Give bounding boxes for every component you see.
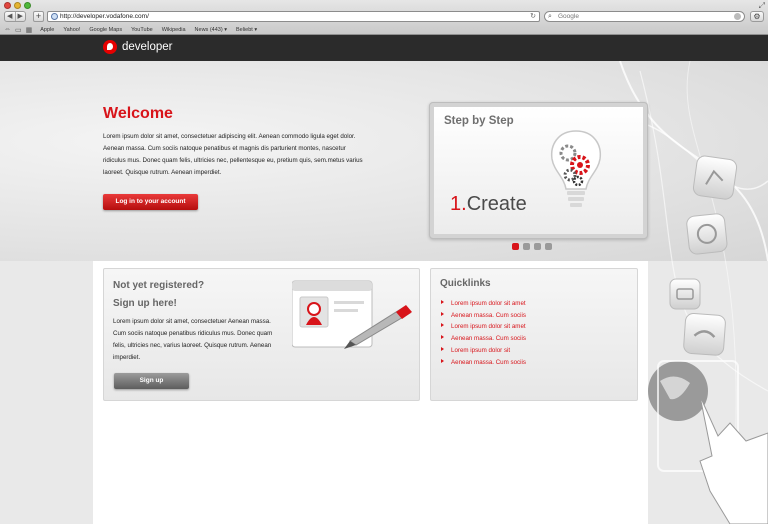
slide-dot[interactable] [512, 243, 519, 250]
step-label: Create [466, 193, 527, 215]
back-forward-buttons: ◀ ▶ [4, 11, 26, 22]
quicklinks-panel: Quicklinks Lorem ipsum dolor sit amet Ae… [430, 268, 638, 401]
signup-button[interactable]: Sign up [114, 373, 189, 389]
slider-pagination [512, 243, 552, 250]
zoom-window-button[interactable] [24, 2, 31, 9]
lightbulb-gears-icon [550, 130, 602, 207]
quicklink-label: Aenean massa. Cum sociis [451, 311, 526, 319]
forward-icon[interactable]: ▶ [16, 12, 26, 21]
quicklink-item[interactable]: Aenean massa. Cum sociis [441, 357, 526, 369]
show-bookmarks-icon[interactable]: ▭ [15, 26, 22, 34]
reading-list-icon[interactable]: ⇔ [4, 26, 11, 34]
register-text: Lorem ipsum dolor sit amet, consectetuer… [113, 318, 273, 361]
quicklink-label: Lorem ipsum dolor sit amet [451, 300, 526, 307]
register-title-line2: Sign up here! [113, 298, 177, 309]
search-placeholder: Google [558, 13, 579, 20]
arrow-right-icon [441, 346, 444, 351]
quicklink-item[interactable]: Lorem ipsum dolor sit amet [441, 298, 526, 310]
quicklink-label: Lorem ipsum dolor sit amet [451, 323, 526, 331]
quicklink-item[interactable]: Lorem ipsum dolor sit [441, 345, 526, 357]
back-icon[interactable]: ◀ [5, 12, 16, 21]
bookmark-item[interactable]: Apple [40, 27, 54, 33]
welcome-text: Lorem ipsum dolor sit amet, consectetuer… [103, 133, 363, 176]
step-number: 1. [450, 193, 467, 215]
arrow-right-icon [441, 335, 444, 340]
register-panel: Not yet registered? Sign up here! Lorem … [103, 268, 420, 401]
site-globe-icon [51, 13, 58, 20]
bookmark-item[interactable]: Wikipedia [162, 27, 186, 33]
step-caption: 1.Create [450, 193, 527, 216]
window-controls [4, 2, 31, 9]
minimize-window-button[interactable] [14, 2, 21, 9]
bookmark-folder[interactable]: Beliebt ▾ [236, 27, 257, 33]
arrow-right-icon [441, 358, 444, 363]
clear-search-icon[interactable] [734, 13, 741, 20]
quicklink-item[interactable]: Lorem ipsum dolor sit amet [441, 321, 526, 333]
address-bar[interactable]: http://developer.vodafone.com/ ↻ [47, 11, 540, 22]
register-title-line1: Not yet registered? [113, 280, 205, 291]
bookmark-folder[interactable]: News (443) ▾ [195, 27, 227, 33]
close-window-button[interactable] [4, 2, 11, 9]
pointing-hand-illustration [699, 395, 768, 524]
top-sites-icon[interactable]: ▦ [26, 26, 33, 34]
bookmark-item[interactable]: Yahoo! [63, 27, 80, 33]
card-app-tile [669, 278, 701, 310]
slide-dot[interactable] [523, 243, 530, 250]
settings-gear-button[interactable]: ⚙ [750, 11, 764, 22]
login-button[interactable]: Log in to your account [103, 194, 198, 210]
music-app-tile [692, 155, 738, 200]
browser-chrome: ⤢ ◀ ▶ + http://developer.vodafone.com/ ↻… [0, 0, 768, 35]
step-by-step-slider[interactable]: Step by Step 1.Create [429, 102, 648, 239]
fullscreen-icon[interactable]: ⤢ [759, 1, 765, 11]
site-header: developer [0, 35, 768, 61]
bookmarks-bar: ⇔ ▭ ▦ Apple Yahoo! Google Maps YouTube W… [0, 24, 768, 35]
arrow-right-icon [441, 323, 444, 328]
controller-app-tile [683, 313, 726, 356]
slide-dot[interactable] [534, 243, 541, 250]
game-app-tile [686, 213, 728, 255]
bookmark-item[interactable]: YouTube [131, 27, 153, 33]
slide-dot[interactable] [545, 243, 552, 250]
register-heading: Not yet registered? Sign up here! [113, 277, 204, 313]
search-input[interactable]: ⌕ Google [544, 11, 745, 22]
quicklink-label: Aenean massa. Cum sociis [451, 358, 526, 366]
bookmark-tools: ⇔ ▭ ▦ [4, 26, 32, 34]
arrow-right-icon [441, 311, 444, 316]
quicklinks-heading: Quicklinks [440, 278, 491, 289]
search-icon: ⌕ [548, 13, 552, 20]
bookmark-item[interactable]: Google Maps [89, 27, 122, 33]
reload-icon[interactable]: ↻ [530, 12, 536, 21]
site-logo[interactable]: developer [103, 40, 173, 54]
vodafone-logo-icon [103, 40, 117, 54]
arrow-right-icon [441, 300, 444, 304]
quicklink-item[interactable]: Aenean massa. Cum sociis [441, 333, 526, 345]
profile-card-pen-icon [292, 280, 412, 349]
add-bookmark-button[interactable]: + [33, 11, 44, 22]
slide-content: Step by Step 1.Create [434, 107, 643, 234]
quicklinks-list: Lorem ipsum dolor sit amet Aenean massa.… [441, 298, 526, 368]
title-bar: ⤢ [0, 0, 768, 11]
quicklink-label: Lorem ipsum dolor sit [451, 346, 511, 354]
url-text: http://developer.vodafone.com/ [60, 13, 149, 20]
quicklink-label: Aenean massa. Cum sociis [451, 335, 526, 343]
quicklink-item[interactable]: Aenean massa. Cum sociis [441, 310, 526, 322]
browser-toolbar: ◀ ▶ + http://developer.vodafone.com/ ↻ ⌕… [0, 11, 768, 24]
welcome-heading: Welcome [103, 105, 173, 122]
slider-title: Step by Step [444, 115, 514, 127]
logo-text: developer [122, 41, 173, 53]
